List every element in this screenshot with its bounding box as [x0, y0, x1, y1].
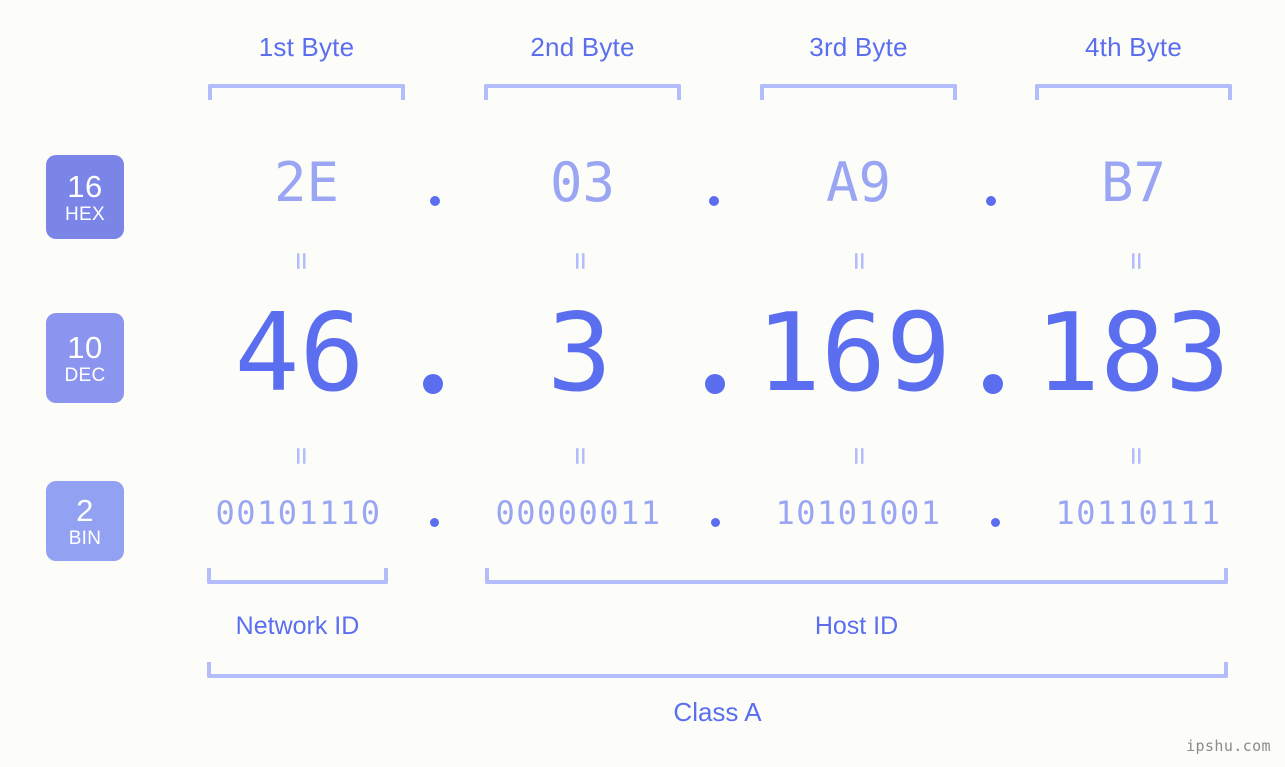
bin-separator-2	[711, 518, 720, 527]
dec-separator-1	[423, 374, 443, 394]
base-badge-hex: 16 HEX	[46, 155, 124, 239]
base-badge-dec: 10 DEC	[46, 313, 124, 403]
network-id-bracket	[207, 568, 388, 584]
hex-byte-4: B7	[1100, 151, 1167, 214]
dec-byte-4: 183	[1034, 291, 1231, 416]
byte-header-3: 3rd Byte	[809, 32, 908, 62]
equals-hex-dec-4: =	[1119, 251, 1154, 271]
base-badge-dec-number: 10	[67, 329, 103, 365]
hex-byte-2: 03	[549, 151, 616, 214]
host-id-bracket	[485, 568, 1228, 584]
byte-header-4: 4th Byte	[1085, 32, 1182, 62]
bin-separator-1	[430, 518, 439, 527]
equals-hex-dec-2: =	[563, 251, 598, 271]
base-badge-hex-number: 16	[67, 168, 103, 204]
base-badge-bin: 2 BIN	[46, 481, 124, 561]
ip-breakdown-diagram: 1st Byte 2nd Byte 3rd Byte 4th Byte 16 H…	[0, 0, 1285, 767]
bin-byte-3: 10101001	[775, 494, 942, 532]
site-watermark: ipshu.com	[1186, 737, 1271, 755]
bin-byte-4: 10110111	[1055, 494, 1222, 532]
byte-header-1: 1st Byte	[258, 32, 355, 62]
base-badge-dec-name: DEC	[64, 364, 106, 386]
hex-separator-1	[430, 196, 440, 206]
host-id-label: Host ID	[814, 612, 899, 640]
equals-dec-bin-3: =	[842, 446, 877, 466]
byte-header-2: 2nd Byte	[530, 32, 635, 62]
dec-separator-3	[983, 374, 1003, 394]
bin-byte-2: 00000011	[495, 494, 662, 532]
equals-dec-bin-4: =	[1119, 446, 1154, 466]
dec-byte-3: 169	[755, 291, 952, 416]
hex-separator-3	[986, 196, 996, 206]
equals-dec-bin-1: =	[284, 446, 319, 466]
equals-dec-bin-2: =	[563, 446, 598, 466]
dec-byte-2: 3	[546, 291, 613, 416]
base-badge-bin-number: 2	[76, 492, 94, 528]
byte-bracket-4	[1035, 84, 1232, 100]
hex-byte-3: A9	[825, 151, 892, 214]
class-bracket	[207, 662, 1228, 678]
byte-bracket-3	[760, 84, 957, 100]
bin-byte-1: 00101110	[215, 494, 382, 532]
class-label: Class A	[673, 697, 762, 727]
hex-byte-1: 2E	[273, 151, 340, 214]
hex-separator-2	[709, 196, 719, 206]
bin-separator-3	[991, 518, 1000, 527]
network-id-label: Network ID	[235, 612, 360, 640]
byte-bracket-1	[208, 84, 405, 100]
base-badge-hex-name: HEX	[65, 203, 105, 225]
dec-byte-1: 46	[234, 291, 365, 416]
dec-separator-2	[705, 374, 725, 394]
base-badge-bin-name: BIN	[68, 527, 102, 549]
equals-hex-dec-3: =	[842, 251, 877, 271]
byte-bracket-2	[484, 84, 681, 100]
equals-hex-dec-1: =	[284, 251, 319, 271]
